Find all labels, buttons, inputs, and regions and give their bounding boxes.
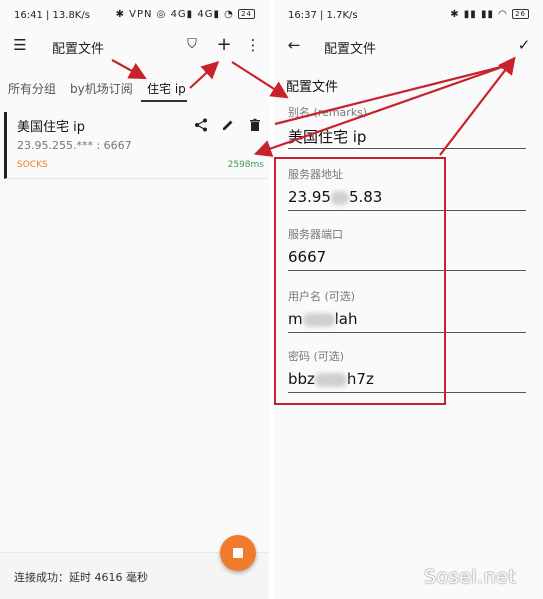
password-label: 密码 (可选): [288, 350, 345, 363]
profiles-list-screen: 16:41 | 13.8K/s ✱ VPN ◎ 4G▮ 4G▮ ◔ 24 ☰ 配…: [0, 0, 269, 599]
section-title: 配置文件: [286, 80, 339, 95]
username-label: 用户名 (可选): [288, 290, 356, 303]
share-icon[interactable]: [193, 118, 209, 134]
status-icons: ✱ ▮▮ ▮▮ ◠: [450, 9, 508, 20]
back-arrow-icon[interactable]: ←: [284, 36, 304, 54]
status-icons: ✱ VPN ◎ 4G▮ 4G▮ ◔: [115, 9, 234, 20]
more-icon[interactable]: ⋮: [243, 36, 263, 54]
page-title: 配置文件: [324, 42, 377, 57]
status-bar: 16:41 | 13.8K/s ✱ VPN ◎ 4G▮ 4G▮ ◔ 24: [0, 0, 269, 32]
delete-icon[interactable]: [247, 118, 263, 134]
remarks-label: 别名 (remarks): [288, 106, 368, 119]
server-port-label: 服务器端口: [288, 228, 343, 241]
server-port-field[interactable]: 服务器端口 6667: [288, 226, 526, 271]
status-time: 16:41 | 13.8K/s: [14, 10, 90, 21]
tab-residential-ip[interactable]: 住宅 ip: [147, 80, 186, 97]
server-address-field[interactable]: 服务器地址 23.95 5.83: [288, 166, 526, 211]
status-time: 16:37 | 1.7K/s: [288, 10, 358, 21]
group-tabs: 所有分组 by机场订阅 住宅 ip: [0, 74, 269, 102]
profile-latency: 2598ms: [227, 160, 264, 170]
remarks-input[interactable]: 美国住宅 ip: [288, 126, 526, 149]
watermark-logo: Sosel.net: [424, 566, 517, 588]
tab-all-groups[interactable]: 所有分组: [8, 80, 56, 97]
profile-address: 23.95.255.*** : 6667: [17, 139, 132, 152]
top-app-bar: ← 配置文件 ✓: [274, 30, 543, 62]
stop-button[interactable]: [220, 535, 256, 571]
redaction-blur: [330, 190, 349, 205]
battery-icon: 24: [238, 9, 255, 19]
username-field[interactable]: 用户名 (可选) m lah: [288, 288, 526, 333]
page-title: 配置文件: [52, 42, 105, 57]
active-tab-indicator: [141, 100, 187, 102]
redaction-blur: [314, 372, 347, 387]
profile-protocol: SOCKS: [17, 160, 48, 170]
server-address-input[interactable]: 23.95 5.83: [288, 188, 526, 211]
add-icon[interactable]: +: [214, 36, 234, 54]
server-address-label: 服务器地址: [288, 168, 343, 181]
server-port-input[interactable]: 6667: [288, 248, 526, 271]
top-app-bar: ☰ 配置文件 ⛉ + ⋮: [0, 30, 269, 62]
password-input[interactable]: bbz h7z: [288, 370, 526, 393]
redaction-blur: [302, 312, 335, 327]
tab-airport-subscription[interactable]: by机场订阅: [70, 80, 133, 97]
profile-edit-screen: 16:37 | 1.7K/s ✱ ▮▮ ▮▮ ◠ 26 ← 配置文件 ✓ 配置文…: [274, 0, 543, 599]
connection-status-text: 连接成功：延时 4616 毫秒: [14, 571, 148, 584]
filter-icon[interactable]: ⛉: [182, 36, 202, 54]
save-check-icon[interactable]: ✓: [514, 36, 534, 54]
profile-card[interactable]: 美国住宅 ip 23.95.255.*** : 6667 SOCKS 2598m…: [4, 112, 268, 179]
status-bar: 16:37 | 1.7K/s ✱ ▮▮ ▮▮ ◠ 26: [274, 0, 543, 32]
battery-icon: 26: [512, 9, 529, 19]
remarks-field[interactable]: 别名 (remarks) 美国住宅 ip: [288, 104, 526, 149]
stop-icon: [233, 548, 243, 558]
password-field[interactable]: 密码 (可选) bbz h7z: [288, 348, 526, 393]
username-input[interactable]: m lah: [288, 310, 526, 333]
profile-name: 美国住宅 ip: [17, 120, 85, 135]
edit-icon[interactable]: [220, 118, 236, 134]
menu-icon[interactable]: ☰: [10, 36, 30, 54]
